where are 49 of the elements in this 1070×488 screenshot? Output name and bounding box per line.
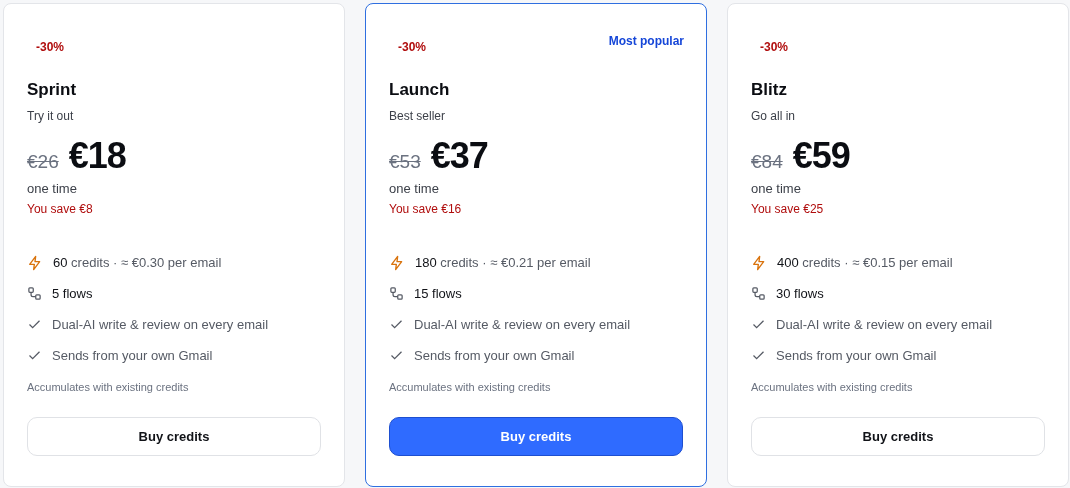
feature-text: 15 flows [414, 286, 462, 301]
price-period: one time [27, 181, 78, 196]
buy-button[interactable]: Buy credits [27, 417, 321, 456]
flow-icon [27, 286, 42, 301]
credits-info: credits · ≈ €0.15 per email [802, 255, 953, 270]
lightning-icon [389, 254, 405, 271]
note-text: Accumulates with existing credits [389, 381, 552, 393]
savings-text: You save €16 [389, 202, 463, 216]
flow-icon [389, 286, 404, 301]
savings-text: You save €25 [751, 202, 825, 216]
lightning-icon [27, 254, 43, 271]
price-period: one time [389, 181, 440, 196]
note-text: Accumulates with existing credits [751, 381, 914, 393]
note-text: Accumulates with existing credits [27, 381, 190, 393]
lightning-icon [751, 254, 767, 271]
feature-text: Sends from your own Gmail [52, 348, 213, 363]
flow-icon [751, 286, 766, 301]
feature-text: Dual-AI write & review on every email [414, 317, 631, 332]
buy-button[interactable]: Buy credits [751, 417, 1045, 456]
credits-amount: 180 [415, 255, 437, 270]
popular-label: Most popular [608, 34, 684, 48]
credits-info: credits · ≈ €0.30 per email [71, 255, 222, 270]
plan-tagline: Go all in [751, 109, 797, 123]
discount-label: -30% [760, 40, 788, 54]
plan-tagline: Try it out [27, 109, 75, 123]
feature-text: Dual-AI write & review on every email [776, 317, 993, 332]
feature-text: Dual-AI write & review on every email [52, 317, 269, 332]
price: €18 [68, 135, 126, 177]
buy-button[interactable]: Buy credits [389, 417, 683, 456]
old-price: €84 [751, 151, 783, 173]
feature-text: 30 flows [776, 286, 824, 301]
feature-text: Sends from your own Gmail [776, 348, 937, 363]
feature-text: Sends from your own Gmail [414, 348, 575, 363]
price: €59 [792, 135, 850, 177]
old-price: €53 [389, 151, 421, 173]
plan-name: Launch [389, 80, 451, 100]
price-period: one time [751, 181, 802, 196]
price: €37 [430, 135, 488, 177]
plan-tagline: Best seller [389, 109, 447, 123]
discount-label: -30% [36, 40, 64, 54]
credits-info: credits · ≈ €0.21 per email [440, 255, 591, 270]
plan-name: Blitz [751, 80, 788, 100]
feature-text: 5 flows [52, 286, 93, 301]
plan-name: Sprint [27, 80, 78, 100]
discount-label: -30% [398, 40, 426, 54]
savings-text: You save €8 [27, 202, 94, 216]
credits-amount: 400 [777, 255, 799, 270]
credits-amount: 60 [53, 255, 68, 270]
old-price: €26 [27, 151, 59, 173]
